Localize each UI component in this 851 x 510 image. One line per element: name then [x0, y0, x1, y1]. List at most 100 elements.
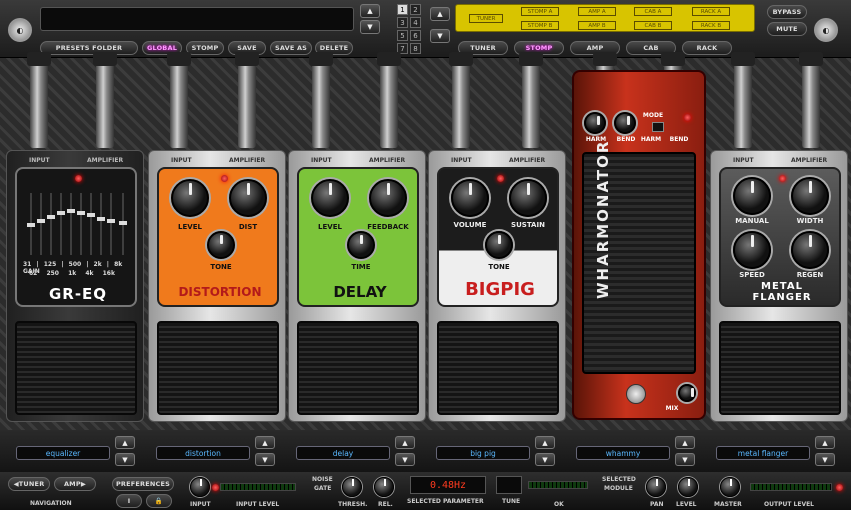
delay-title: DELAY: [333, 283, 387, 301]
lock-icon[interactable]: 🔒: [146, 494, 172, 508]
bigpig-footswitch[interactable]: [437, 321, 559, 415]
time-knob[interactable]: [347, 231, 375, 259]
flanger-footswitch[interactable]: [719, 321, 841, 415]
regen-knob[interactable]: [791, 231, 829, 269]
slot-2-selector[interactable]: distortion: [156, 446, 250, 460]
distortion-led: [221, 175, 228, 182]
bank-up-button[interactable]: ▲: [430, 7, 450, 21]
tab-rack[interactable]: RACK: [682, 41, 732, 55]
bank-down-button[interactable]: ▼: [430, 29, 450, 43]
delay-pedal[interactable]: INPUT AMPLIFIER LEVEL FEEDBACK TIME DELA…: [288, 150, 426, 422]
slot-2-up[interactable]: ▲: [255, 436, 275, 449]
bigpig-face: VOLUME SUSTAIN TONE BIGPIG: [437, 167, 559, 307]
dist-label: DIST: [238, 223, 258, 231]
signal-chain-display[interactable]: TUNER STOMP A STOMP B AMP A AMP B CAB A …: [455, 4, 755, 32]
preferences-button[interactable]: PREFERENCES: [112, 477, 174, 491]
chain-rack-a[interactable]: RACK A: [692, 7, 730, 16]
tone-knob[interactable]: [485, 231, 513, 259]
tone-knob[interactable]: [207, 231, 235, 259]
level-knob[interactable]: [311, 179, 349, 217]
nav-amp-label: AMP: [63, 480, 81, 488]
distortion-pedal[interactable]: INPUT AMPLIFIER LEVEL DIST TONE DISTORTI…: [148, 150, 286, 422]
slot-8-button[interactable]: 8: [410, 43, 421, 54]
presets-folder-button[interactable]: PRESETS FOLDER: [40, 41, 138, 55]
tune-meter: [528, 481, 588, 489]
dist-knob[interactable]: [229, 179, 267, 217]
nav-amp-button[interactable]: AMP ▶: [54, 477, 96, 491]
level-knob[interactable]: [171, 179, 209, 217]
noise-gate-label-2: GATE: [314, 485, 332, 492]
chain-tuner[interactable]: TUNER: [469, 14, 503, 23]
speed-knob[interactable]: [733, 231, 771, 269]
manual-knob[interactable]: [733, 177, 771, 215]
wharmonator-title: WHARMONATOR: [594, 139, 612, 299]
slot-3-up[interactable]: ▲: [395, 436, 415, 449]
slot-1-up[interactable]: ▲: [115, 436, 135, 449]
sustain-knob[interactable]: [509, 179, 547, 217]
delay-footswitch[interactable]: [297, 321, 419, 415]
slot-5-down[interactable]: ▼: [675, 453, 695, 466]
width-knob[interactable]: [791, 177, 829, 215]
input-knob[interactable]: [190, 477, 210, 497]
rel-knob[interactable]: [374, 477, 394, 497]
pan-knob[interactable]: [646, 477, 666, 497]
chain-stomp-a[interactable]: STOMP A: [521, 7, 559, 16]
preset-up-button[interactable]: ▲: [360, 4, 380, 18]
eq-sliders[interactable]: [25, 189, 131, 259]
chain-stomp-b[interactable]: STOMP B: [521, 21, 559, 30]
flanger-title-line-1: METAL: [761, 281, 803, 292]
distortion-footswitch[interactable]: [157, 321, 279, 415]
slot-4-button[interactable]: 4: [410, 17, 421, 28]
preset-down-button[interactable]: ▼: [360, 20, 380, 34]
mode-switch[interactable]: [652, 122, 664, 132]
slot-5-button[interactable]: 5: [397, 30, 408, 41]
whammy-switch[interactable]: [626, 384, 646, 404]
slot-3-selector[interactable]: delay: [296, 446, 390, 460]
slot-4-up[interactable]: ▲: [535, 436, 555, 449]
chain-amp-b[interactable]: AMP B: [578, 21, 616, 30]
master-knob[interactable]: [720, 477, 740, 497]
nav-tuner-button[interactable]: ◀ TUNER: [8, 477, 50, 491]
eq-pedal[interactable]: INPUT AMPLIFIER 31 | 125 | 500 | 2k | 8k…: [6, 150, 144, 422]
slot-5-up[interactable]: ▲: [675, 436, 695, 449]
slot-2-button[interactable]: 2: [410, 4, 421, 15]
bigpig-pedal[interactable]: INPUT AMPLIFIER VOLUME SUSTAIN TONE BIGP…: [428, 150, 566, 422]
slot-4-down[interactable]: ▼: [535, 453, 555, 466]
slot-3-down[interactable]: ▼: [395, 453, 415, 466]
chain-cab-a[interactable]: CAB A: [634, 7, 672, 16]
stomp-button[interactable]: STOMP: [186, 41, 224, 55]
chain-rack-b[interactable]: RACK B: [692, 21, 730, 30]
slot-1-down[interactable]: ▼: [115, 453, 135, 466]
thresh-knob[interactable]: [342, 477, 362, 497]
bend-knob[interactable]: [614, 112, 636, 134]
selected-module-label-1: SELECTED: [602, 476, 636, 483]
eq-footswitch[interactable]: [15, 321, 137, 415]
feedback-knob[interactable]: [369, 179, 407, 217]
preset-name-display[interactable]: [40, 7, 354, 31]
slot-6-up[interactable]: ▲: [815, 436, 835, 449]
bypass-button[interactable]: BYPASS: [767, 5, 807, 19]
slot-3-button[interactable]: 3: [397, 17, 408, 28]
save-as-button[interactable]: SAVE AS: [270, 41, 312, 55]
slot-1-button[interactable]: 1: [397, 4, 408, 15]
pref-i-button[interactable]: I: [116, 494, 142, 508]
level-knob[interactable]: [678, 477, 698, 497]
chain-amp-a[interactable]: AMP A: [578, 7, 616, 16]
slot-1-selector[interactable]: equalizer: [16, 446, 110, 460]
wharmonator-pedal[interactable]: HARM BEND MODE HARM BEND WHARMONATOR MIX: [572, 70, 706, 420]
slot-6-down[interactable]: ▼: [815, 453, 835, 466]
amplifier-label: AMPLIFIER: [791, 157, 828, 164]
slot-2-down[interactable]: ▼: [255, 453, 275, 466]
selected-module-label-2: MODULE: [604, 485, 633, 492]
slot-5-selector[interactable]: whammy: [576, 446, 670, 460]
metal-flanger-pedal[interactable]: INPUT AMPLIFIER MANUAL WIDTH SPEED REGEN…: [710, 150, 848, 422]
volume-knob[interactable]: [451, 179, 489, 217]
mix-knob[interactable]: [678, 384, 696, 402]
amplifier-label: AMPLIFIER: [369, 157, 406, 164]
slot-6-button[interactable]: 6: [410, 30, 421, 41]
wharmonator-expression-pedal[interactable]: WHARMONATOR: [582, 140, 696, 374]
slot-4-selector[interactable]: big pig: [436, 446, 530, 460]
chain-cab-b[interactable]: CAB B: [634, 21, 672, 30]
mute-button[interactable]: MUTE: [767, 22, 807, 36]
slot-6-selector[interactable]: metal flanger: [716, 446, 810, 460]
